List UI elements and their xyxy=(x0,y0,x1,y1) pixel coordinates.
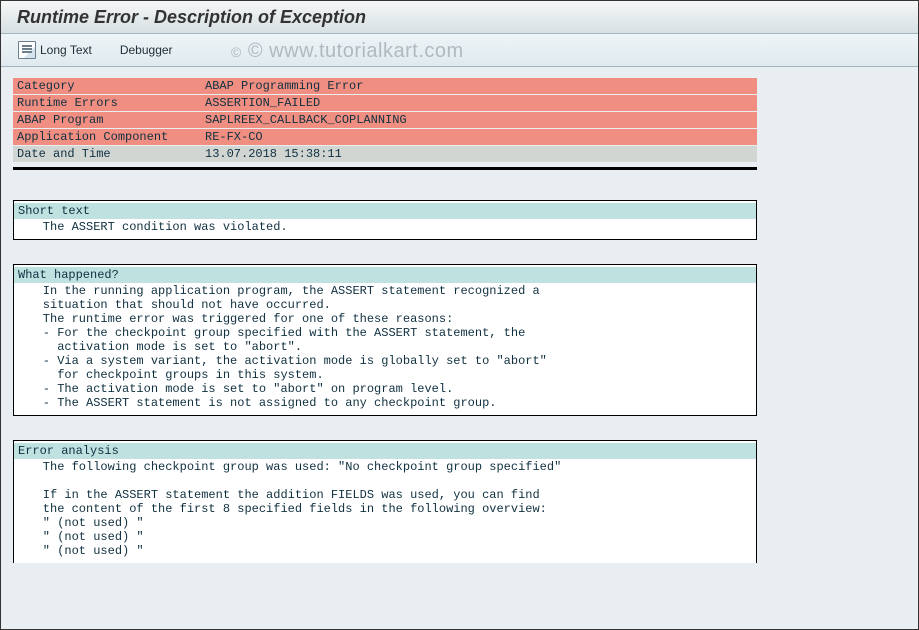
titlebar: Runtime Error - Description of Exception xyxy=(1,1,918,34)
info-value: 13.07.2018 15:38:11 xyxy=(201,146,757,162)
info-value: SAPLREEX_CALLBACK_COPLANNING xyxy=(201,112,757,128)
document-icon xyxy=(18,41,36,59)
info-value: ASSERTION_FAILED xyxy=(201,95,757,111)
what-happened-heading: What happened? xyxy=(14,267,756,283)
short-text-heading: Short text xyxy=(14,203,756,219)
info-row: Application ComponentRE-FX-CO xyxy=(13,129,757,145)
toolbar: Long Text Debugger xyxy=(1,34,918,67)
info-value: RE-FX-CO xyxy=(201,129,757,145)
info-row: CategoryABAP Programming Error xyxy=(13,78,757,94)
error-analysis-body: The following checkpoint group was used:… xyxy=(14,459,756,559)
info-label: Runtime Errors xyxy=(13,95,201,111)
title-text: Runtime Error - Description of Exception xyxy=(17,7,366,28)
content-area: CategoryABAP Programming ErrorRuntime Er… xyxy=(1,67,918,573)
error-analysis-block: Error analysis The following checkpoint … xyxy=(13,440,757,563)
info-label: ABAP Program xyxy=(13,112,201,128)
long-text-label: Long Text xyxy=(40,43,92,57)
short-text-body: The ASSERT condition was violated. xyxy=(14,219,756,235)
error-analysis-heading: Error analysis xyxy=(14,443,756,459)
what-happened-body: In the running application program, the … xyxy=(14,283,756,411)
info-row: Date and Time13.07.2018 15:38:11 xyxy=(13,146,757,162)
info-table: CategoryABAP Programming ErrorRuntime Er… xyxy=(13,77,757,163)
short-text-block: Short text The ASSERT condition was viol… xyxy=(13,200,757,240)
debugger-label: Debugger xyxy=(120,43,173,57)
info-label: Date and Time xyxy=(13,146,201,162)
what-happened-block: What happened? In the running applicatio… xyxy=(13,264,757,416)
info-label: Application Component xyxy=(13,129,201,145)
info-row: ABAP ProgramSAPLREEX_CALLBACK_COPLANNING xyxy=(13,112,757,128)
info-label: Category xyxy=(13,78,201,94)
separator-line xyxy=(13,167,757,170)
long-text-button[interactable]: Long Text xyxy=(11,38,99,62)
debugger-button[interactable]: Debugger xyxy=(113,40,180,60)
info-row: Runtime ErrorsASSERTION_FAILED xyxy=(13,95,757,111)
info-value: ABAP Programming Error xyxy=(201,78,757,94)
app-frame: Runtime Error - Description of Exception… xyxy=(0,0,919,630)
